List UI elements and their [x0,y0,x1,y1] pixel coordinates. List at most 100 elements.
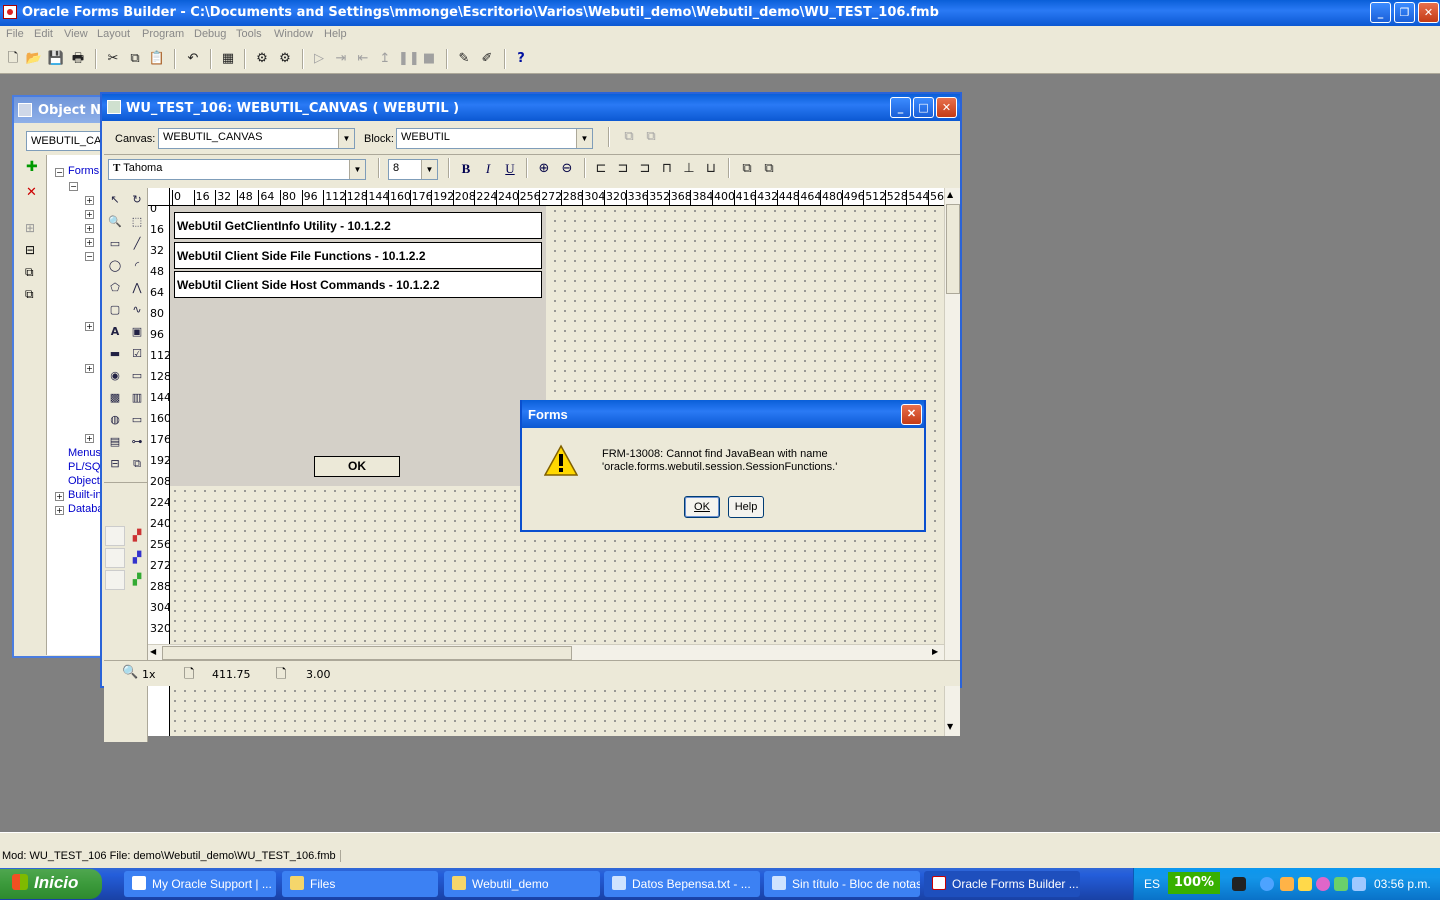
chevron-down-icon[interactable]: ▼ [576,129,592,148]
layout-minimize-button[interactable]: _ [890,97,911,118]
menu-program[interactable]: Program [142,28,184,40]
close-button[interactable]: ✕ [1418,2,1439,23]
security-icon[interactable] [1334,877,1348,891]
ungroup-icon[interactable]: ⧉ [760,160,778,178]
rounded-rect-tool-icon[interactable]: ▢ [105,300,125,320]
dialog-help-button[interactable]: Help [728,496,764,518]
align-top-icon[interactable]: ⊓ [658,160,676,178]
list-item-tool-icon[interactable]: ▤ [105,432,125,452]
image-tool-icon[interactable]: ▩ [105,388,125,408]
new-icon[interactable]: 🗋 [4,50,22,68]
step-over-icon[interactable]: ⇤ [354,50,372,68]
text-color-icon[interactable]: ▞ [127,570,147,590]
align-bottom-icon[interactable]: ⊔ [702,160,720,178]
zoom-in-icon[interactable]: ⊕ [535,160,553,178]
line-tool-icon[interactable]: ╱ [127,234,147,254]
ellipse-tool-icon[interactable]: ◯ [105,256,125,276]
layout-wizard-icon[interactable]: ✐ [478,50,496,68]
save-icon[interactable]: 💾 [47,50,65,68]
ole-tool-icon[interactable]: ◍ [105,410,125,430]
hierarchical-tree-tool-icon[interactable]: ⊶ [127,432,147,452]
task-oracle-forms-builder[interactable]: Oracle Forms Builder ... [924,871,1080,897]
freehand-tool-icon[interactable]: ∿ [127,300,147,320]
send-backward-icon[interactable]: ⧉ [642,128,660,146]
stop-icon[interactable]: ■ [420,50,438,68]
delete-icon[interactable]: ✕ [26,185,37,200]
menu-help[interactable]: Help [324,28,347,40]
vertical-scrollbar[interactable]: ▲ ▼ [944,188,960,736]
tree-node-database[interactable]: Databa [68,503,103,515]
start-button[interactable]: Inicio [0,869,102,899]
power-icon[interactable] [1232,877,1246,891]
horizontal-scroll-thumb[interactable] [162,646,572,660]
task-files[interactable]: Files [282,871,438,897]
messenger-icon[interactable] [1316,877,1330,891]
canvas-select[interactable]: WEBUTIL_CANVAS ▼ [158,128,355,149]
tree-node-builtin[interactable]: Built-in [68,489,102,501]
webutil-host-commands-item[interactable]: WebUtil Client Side Host Commands - 10.1… [174,271,542,298]
battery-indicator[interactable]: 100% [1168,872,1220,894]
run-form-icon[interactable]: ⚙ [253,50,271,68]
create-icon[interactable]: ✚ [26,159,38,175]
polygon-tool-icon[interactable]: ⬠ [105,278,125,298]
language-indicator[interactable]: ES [1144,877,1160,891]
font-size-select[interactable]: 8 ▼ [388,159,438,180]
layout-close-button[interactable]: ✕ [936,97,957,118]
magnify-tool-icon[interactable]: 🔍 [105,212,125,232]
copy-icon[interactable]: ⧉ [126,50,144,68]
rotate-tool-icon[interactable]: ↻ [127,190,147,210]
tree-node-forms[interactable]: Forms [68,165,99,177]
menu-file[interactable]: File [6,28,24,40]
step-into-icon[interactable]: ⇥ [332,50,350,68]
compile-icon[interactable]: ▦ [219,50,237,68]
font-select[interactable]: T Tahoma ▼ [108,159,366,180]
tree-node-menus[interactable]: Menus [68,447,101,459]
restore-button[interactable]: ❐ [1394,2,1415,23]
task-webutil-demo[interactable]: Webutil_demo [444,871,600,897]
radio-tool-icon[interactable]: ◉ [105,366,125,386]
menu-window[interactable]: Window [274,28,313,40]
task-datos-bepensa[interactable]: Datos Bepensa.txt - ... [604,871,760,897]
align-center-icon[interactable]: ⊐ [614,160,632,178]
pause-icon[interactable]: ❚❚ [398,50,420,68]
tree-node-object[interactable]: Object [68,475,100,487]
collapse-all-icon[interactable]: ⧉ [25,287,34,302]
back-icon[interactable] [1260,877,1274,891]
cut-icon[interactable]: ✂ [104,50,122,68]
layout-maximize-button[interactable]: □ [913,97,934,118]
collapse-icon[interactable]: ⊟ [25,243,35,257]
line-color-swatch[interactable] [105,548,125,568]
tab-canvas-tool-icon[interactable]: ⊟ [105,454,125,474]
button-tool-icon[interactable]: ▬ [105,344,125,364]
wizard-icon[interactable]: ✎ [455,50,473,68]
fill-color-icon[interactable]: ▞ [127,526,147,546]
minimize-button[interactable]: _ [1370,2,1391,23]
undo-icon[interactable]: ↶ [184,50,202,68]
task-bloc-de-notas[interactable]: Sin título - Bloc de notas [764,871,920,897]
task-oracle-support[interactable]: My Oracle Support | ... [124,871,276,897]
frame-tool-icon[interactable]: ▣ [127,322,147,342]
select-tool-icon[interactable]: ↖ [105,190,125,210]
chevron-down-icon[interactable]: ▼ [338,129,354,148]
checkbox-tool-icon[interactable]: ☑ [127,344,147,364]
chevron-down-icon[interactable]: ▼ [421,160,437,179]
print-icon[interactable]: 🖶 [69,50,87,68]
menu-edit[interactable]: Edit [34,28,53,40]
scroll-up-icon[interactable]: ▲ [947,190,953,199]
text-item-tool-icon[interactable]: ▭ [127,366,147,386]
dialog-ok-button[interactable]: OK [684,496,720,518]
horizontal-scrollbar[interactable]: ◀ ▶ [148,644,944,660]
reshape-tool-icon[interactable]: ⬚ [127,212,147,232]
expand-all-icon[interactable]: ⧉ [25,265,34,280]
text-color-swatch[interactable] [105,570,125,590]
underline-icon[interactable]: U [501,160,519,178]
arc-tool-icon[interactable]: ◜ [127,256,147,276]
text-tool-icon[interactable]: A [105,322,125,342]
fill-color-swatch[interactable] [105,526,125,546]
menu-debug[interactable]: Debug [194,28,226,40]
webutil-getclientinfo-item[interactable]: WebUtil GetClientInfo Utility - 10.1.2.2 [174,212,542,239]
menu-layout[interactable]: Layout [97,28,130,40]
paste-icon[interactable]: 📋 [148,50,166,68]
menu-tools[interactable]: Tools [236,28,262,40]
go-icon[interactable]: ▷ [310,50,328,68]
